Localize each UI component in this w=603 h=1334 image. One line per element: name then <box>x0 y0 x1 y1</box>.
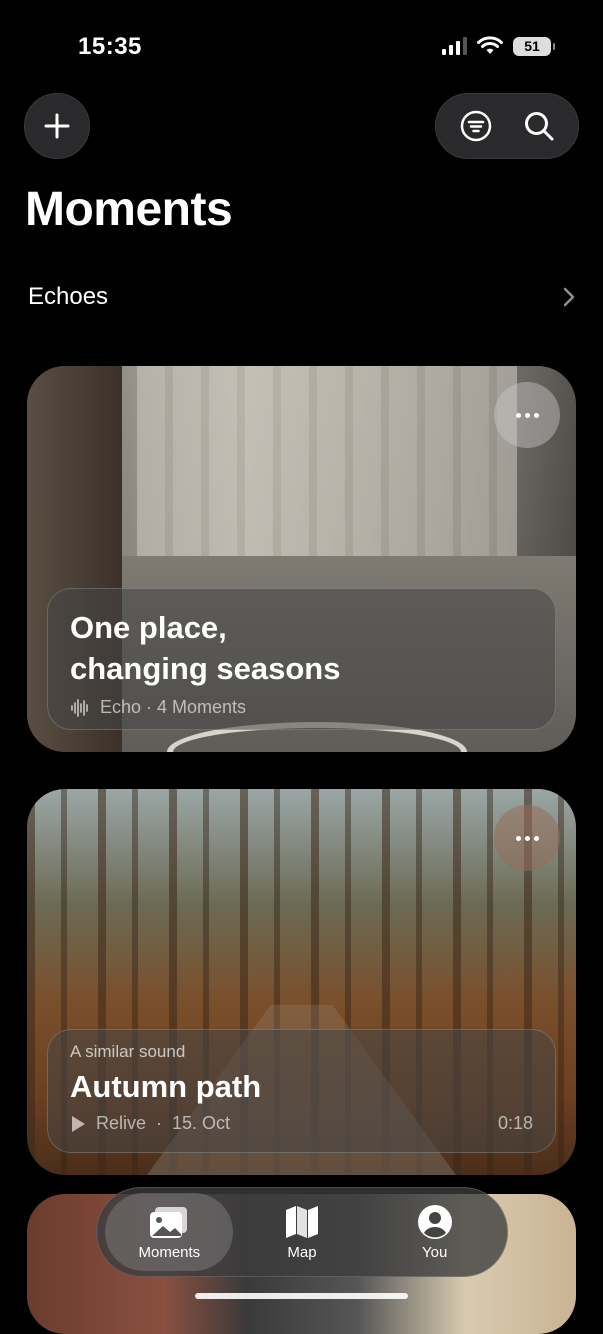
photos-icon <box>150 1206 188 1238</box>
card-info-panel: A similar sound Autumn path Relive · 15.… <box>47 1029 556 1153</box>
filter-search-group <box>435 93 579 159</box>
filter-icon <box>460 110 491 142</box>
play-icon <box>72 1115 85 1132</box>
tab-you[interactable]: You <box>371 1193 499 1271</box>
ellipsis-icon <box>515 835 521 841</box>
card-title-line-2: changing seasons <box>70 651 341 686</box>
status-indicators: 51 <box>442 36 555 56</box>
card-eyebrow: A similar sound <box>70 1042 186 1061</box>
tab-moments[interactable]: Moments <box>105 1193 234 1271</box>
section-title: Echoes <box>28 283 109 310</box>
meta-separator: · <box>156 1113 163 1133</box>
echoes-section-header[interactable]: Echoes <box>28 283 575 311</box>
add-button[interactable] <box>24 93 90 159</box>
card-title: Autumn path <box>70 1069 262 1104</box>
moment-card[interactable]: A similar sound Autumn path Relive · 15.… <box>27 789 576 1175</box>
wifi-icon <box>477 36 503 54</box>
chevron-right-icon <box>563 287 575 307</box>
tab-bar: Moments Map You <box>96 1187 508 1277</box>
search-icon <box>524 112 553 141</box>
person-icon <box>417 1204 452 1239</box>
card-meta-text: Echo · 4 Moments <box>100 697 247 717</box>
relive-label: Relive <box>96 1113 147 1133</box>
card-meta: Echo · 4 Moments <box>70 697 533 718</box>
more-options-button[interactable] <box>494 805 560 871</box>
waveform-icon <box>71 698 88 717</box>
echo-card[interactable]: One place, changing seasons Echo · 4 Mom… <box>27 366 576 752</box>
card-info-panel: One place, changing seasons Echo · 4 Mom… <box>47 588 556 730</box>
card-meta: Relive · 15. Oct 0:18 <box>70 1113 533 1134</box>
card-duration: 0:18 <box>497 1113 533 1133</box>
status-time: 15:35 <box>78 33 142 60</box>
battery-level: 51 <box>524 38 540 54</box>
card-title-line-1: One place, <box>70 610 227 645</box>
home-indicator[interactable] <box>195 1293 408 1299</box>
card-title: One place, changing seasons <box>70 607 533 689</box>
relive-button[interactable]: Relive · 15. Oct <box>70 1113 230 1134</box>
plus-icon <box>44 113 70 139</box>
more-options-button[interactable] <box>494 382 560 448</box>
tab-map[interactable]: Map <box>238 1193 366 1271</box>
tab-label: You <box>421 1243 448 1261</box>
battery-icon: 51 <box>513 36 555 56</box>
tab-label: Moments <box>138 1243 201 1261</box>
ellipsis-icon <box>515 412 521 418</box>
page-title: Moments <box>25 183 233 236</box>
tab-label: Map <box>287 1243 317 1261</box>
cellular-signal-icon <box>442 37 467 55</box>
search-button[interactable] <box>511 98 567 154</box>
filter-button[interactable] <box>448 98 504 154</box>
card-photo-building <box>137 366 517 556</box>
map-icon <box>285 1205 318 1238</box>
card-date: 15. Oct <box>172 1113 231 1133</box>
